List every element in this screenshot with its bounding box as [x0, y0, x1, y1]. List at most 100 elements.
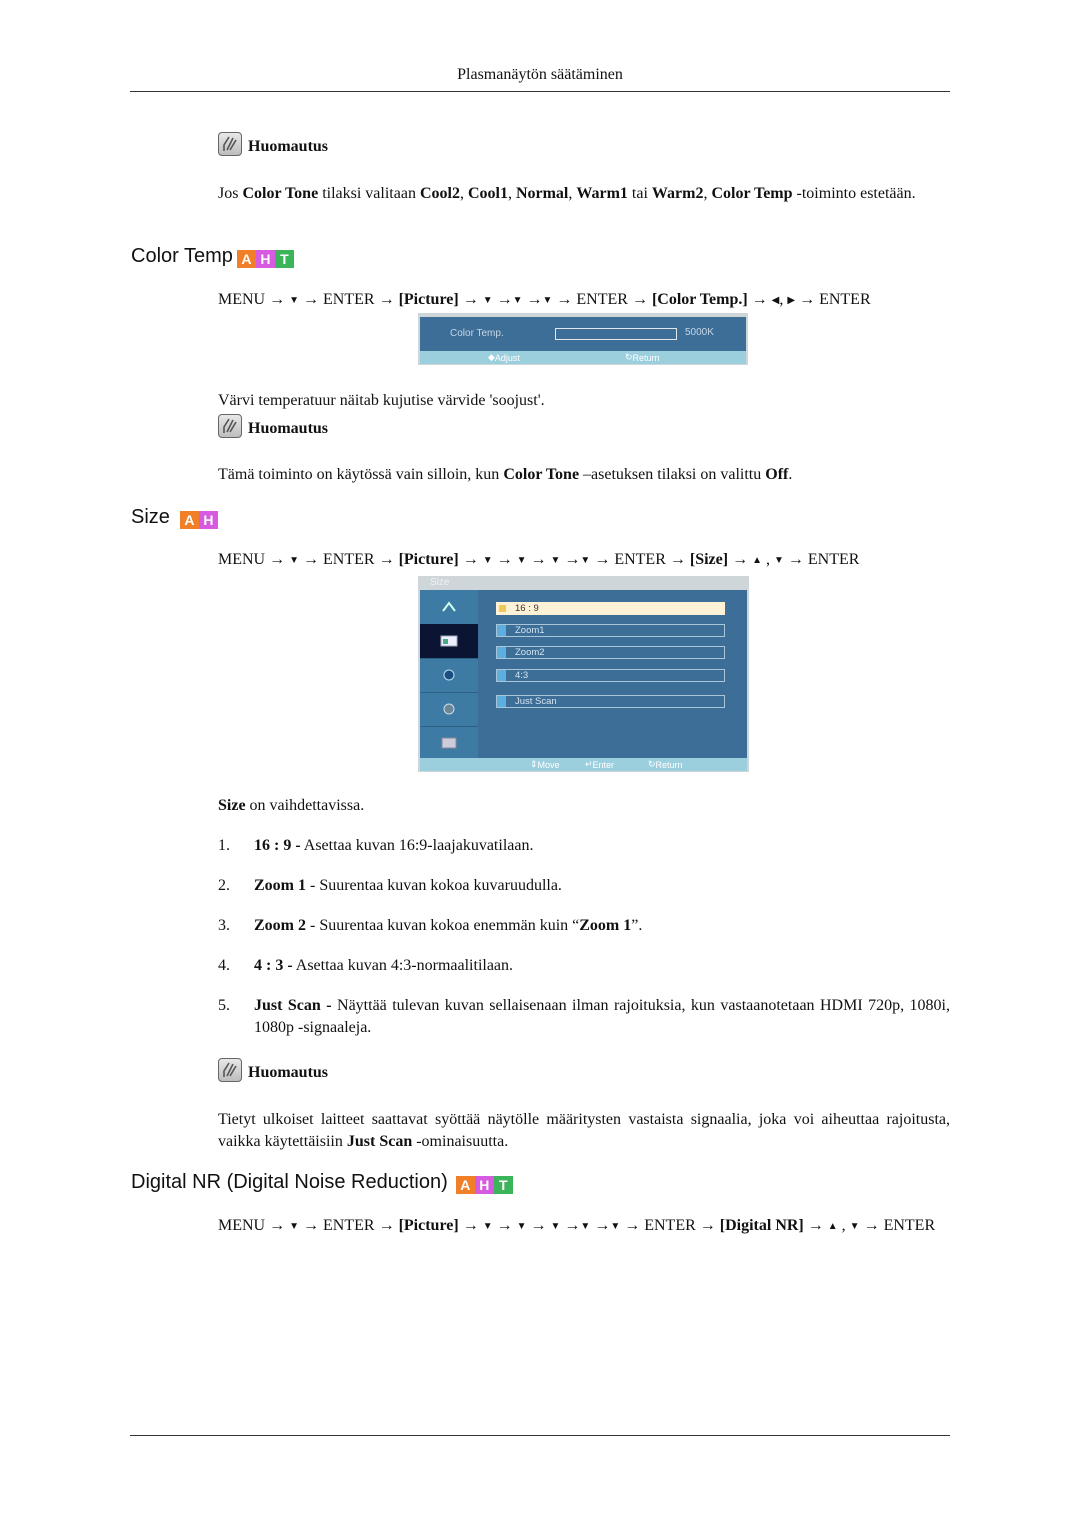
size-osd-screenshot: Size 16 : 9 Zoom1 Zoom2 4:3 Just Scan ⇕ … — [418, 576, 749, 772]
text-run: → — [560, 551, 581, 568]
text-run: MENU → — [218, 1217, 290, 1234]
color-temp-description: Värvi temperatuur näitab kujutise värvid… — [218, 392, 545, 409]
text-run: [Digital NR] — [719, 1217, 804, 1234]
note-heading: Huomautus — [218, 132, 328, 156]
footer-rule — [130, 1435, 950, 1436]
text-run: , — [507, 185, 516, 202]
list-item: 5. Just Scan - Näyttää tulevan kuvan sell… — [218, 997, 950, 1036]
text-run: Jos — [218, 185, 243, 202]
text-run: , — [837, 1217, 850, 1234]
section-heading-size: Size A H — [131, 506, 218, 529]
osd-sound-icon — [420, 658, 478, 693]
text-run: Tietyt ulkoiset laitteet saattavat syött… — [218, 1111, 950, 1150]
badge-a-icon: A — [455, 1176, 475, 1194]
osd-color-temp-slider — [555, 328, 677, 340]
arrow-key-icon: ▼ — [289, 1221, 300, 1232]
note-label: Huomautus — [248, 420, 329, 437]
arrow-key-icon: ▼ — [516, 1221, 527, 1232]
list-item: 1. 16 : 9 - Asettaa kuvan 16:9-laajakuvat… — [218, 837, 534, 854]
text-run: -ominaisuutta. — [412, 1133, 509, 1150]
text-run: → ENTER — [859, 1217, 936, 1234]
color-temp-title: Color Temp — [131, 245, 233, 267]
osd-footer: ◆ Adjust ↻ Return — [420, 351, 746, 364]
note-heading: Huomautus — [218, 414, 328, 438]
color-temp-note-text: Tämä toiminto on käytössä vain silloin, … — [218, 464, 950, 486]
text-run: Cool2 — [419, 185, 460, 202]
arrow-key-icon: ▼ — [550, 555, 561, 566]
arrow-key-icon: ▼ — [580, 555, 591, 566]
check-icon — [499, 605, 506, 612]
badge-a-icon: A — [179, 511, 199, 529]
text-run: → — [560, 1217, 581, 1234]
arrow-key-icon: ▲ — [752, 555, 762, 566]
running-header: Plasmanäytön säätäminen — [457, 66, 623, 83]
arrow-key-icon: ▼ — [849, 1221, 860, 1232]
osd-enter-hint: ↵ Enter — [585, 759, 615, 770]
text-run: [Picture] — [398, 1217, 459, 1234]
text-run: → — [590, 1217, 611, 1234]
digital-nr-nav-path: MENU → ▼ → ENTER → [Picture] → ▼ → ▼ → ▼… — [218, 1215, 950, 1238]
note-pencil-icon — [218, 132, 242, 156]
osd-return-hint: ↻ Return — [648, 759, 683, 770]
osd-color-temp-value: 5000K — [685, 327, 714, 338]
text-run: → — [458, 551, 483, 568]
arrow-key-icon: ▶ — [787, 295, 796, 306]
osd-option: 16 : 9 — [496, 602, 725, 615]
text-run: Color Tone — [242, 185, 319, 202]
badge-h-icon: H — [198, 511, 218, 529]
text-run: → — [526, 1217, 551, 1234]
text-run: [Size] — [689, 551, 729, 568]
badge-h-icon: H — [474, 1176, 494, 1194]
arrow-key-icon: ▼ — [516, 555, 527, 566]
osd-picture-icon — [420, 624, 478, 659]
text-run: → ENTER → — [299, 551, 399, 568]
text-run: -toiminto estetään. — [792, 185, 916, 202]
text-run: MENU → — [218, 291, 290, 308]
text-run: → ENTER — [795, 291, 871, 308]
arrow-key-icon: ▼ — [289, 555, 300, 566]
badge-t-icon: T — [493, 1176, 513, 1194]
section-heading-color-temp: Color Temp A H T — [131, 245, 294, 268]
osd-color-temp-label: Color Temp. — [450, 328, 504, 339]
note-label: Huomautus — [248, 138, 329, 155]
osd-footer: ⇕ Move ↵ Enter ↻ Return — [420, 758, 747, 771]
osd-adjust-hint: ◆ Adjust — [488, 352, 520, 363]
text-run: Tämä toiminto on käytössä vain silloin, … — [218, 466, 504, 483]
text-run: Cool1 — [467, 185, 508, 202]
text-run: → — [728, 551, 753, 568]
text-run: Warm1 — [576, 185, 628, 202]
text-run: → — [526, 551, 551, 568]
text-run: [Color Temp.] — [651, 291, 748, 308]
list-item: 2. Zoom 1 - Suurentaa kuvan kokoa kuvaruu… — [218, 877, 562, 894]
osd-panel: Color Temp. 5000K — [420, 317, 746, 351]
text-run: → ENTER → — [590, 551, 690, 568]
text-run: → — [492, 291, 513, 308]
text-run: [Picture] — [398, 291, 459, 308]
osd-sidebar — [420, 590, 478, 758]
section-heading-digital-nr: Digital NR (Digital Noise Reduction) A H… — [131, 1171, 513, 1194]
text-run: → — [492, 1217, 517, 1234]
osd-return-hint: ↻ Return — [625, 352, 660, 363]
list-item: 3. Zoom 2 - Suurentaa kuvan kokoa enemmän… — [218, 917, 643, 934]
arrow-key-icon: ▼ — [482, 555, 493, 566]
text-run: Just Scan — [346, 1133, 413, 1150]
text-run: → — [803, 1217, 828, 1234]
osd-option: Zoom2 — [496, 646, 725, 659]
arrow-key-icon: ▼ — [542, 295, 553, 306]
text-run: Off — [765, 466, 789, 483]
text-run: , — [761, 551, 774, 568]
intro-note-text: Jos Color Tone tilaksi valitaan Cool2, C… — [218, 183, 950, 205]
mode-badges: A H T — [236, 250, 294, 268]
size-nav-path: MENU → ▼ → ENTER → [Picture] → ▼ → ▼ → ▼… — [218, 549, 950, 572]
arrow-key-icon: ▼ — [610, 1221, 621, 1232]
osd-options-panel: 16 : 9 Zoom1 Zoom2 4:3 Just Scan — [478, 590, 747, 758]
text-run: → — [492, 551, 517, 568]
note-label: Huomautus — [248, 1064, 329, 1081]
arrow-key-icon: ▼ — [773, 555, 784, 566]
osd-option: 4:3 — [496, 669, 725, 682]
text-run: tai — [627, 185, 652, 202]
text-run: → ENTER → — [620, 1217, 720, 1234]
arrow-key-icon: ▼ — [289, 295, 300, 306]
text-run: Color Tone — [503, 466, 580, 483]
arrow-key-icon: ▼ — [482, 295, 493, 306]
